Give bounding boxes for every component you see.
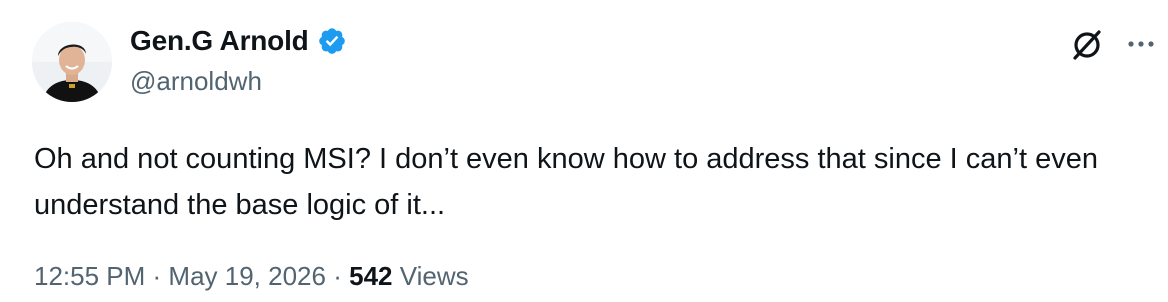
tweet-text: Oh and not counting MSI? I don’t even kn… [34, 143, 1107, 221]
author-display-name[interactable]: Gen.G Arnold [130, 24, 309, 58]
author-handle[interactable]: @arnoldwh [130, 64, 262, 98]
more-icon[interactable] [1126, 32, 1156, 56]
views-count[interactable]: 542 [349, 261, 392, 291]
verified-badge-icon[interactable] [317, 26, 347, 56]
tweet-date[interactable]: May 19, 2026 [168, 261, 326, 291]
views-label[interactable]: Views [400, 261, 469, 291]
author-name-row: Gen.G Arnold [130, 24, 347, 58]
meta-separator: · [152, 261, 169, 291]
meta-separator: · [333, 261, 350, 291]
tweet-card: Gen.G Arnold @arnoldwh Oh and not counti… [0, 0, 1168, 302]
avatar-image [32, 22, 112, 102]
tweet-meta: 12:55 PM · May 19, 2026 · 542 Views [34, 259, 469, 293]
avatar[interactable] [32, 22, 112, 102]
tweet-time[interactable]: 12:55 PM [34, 261, 145, 291]
grok-icon[interactable] [1070, 28, 1104, 62]
